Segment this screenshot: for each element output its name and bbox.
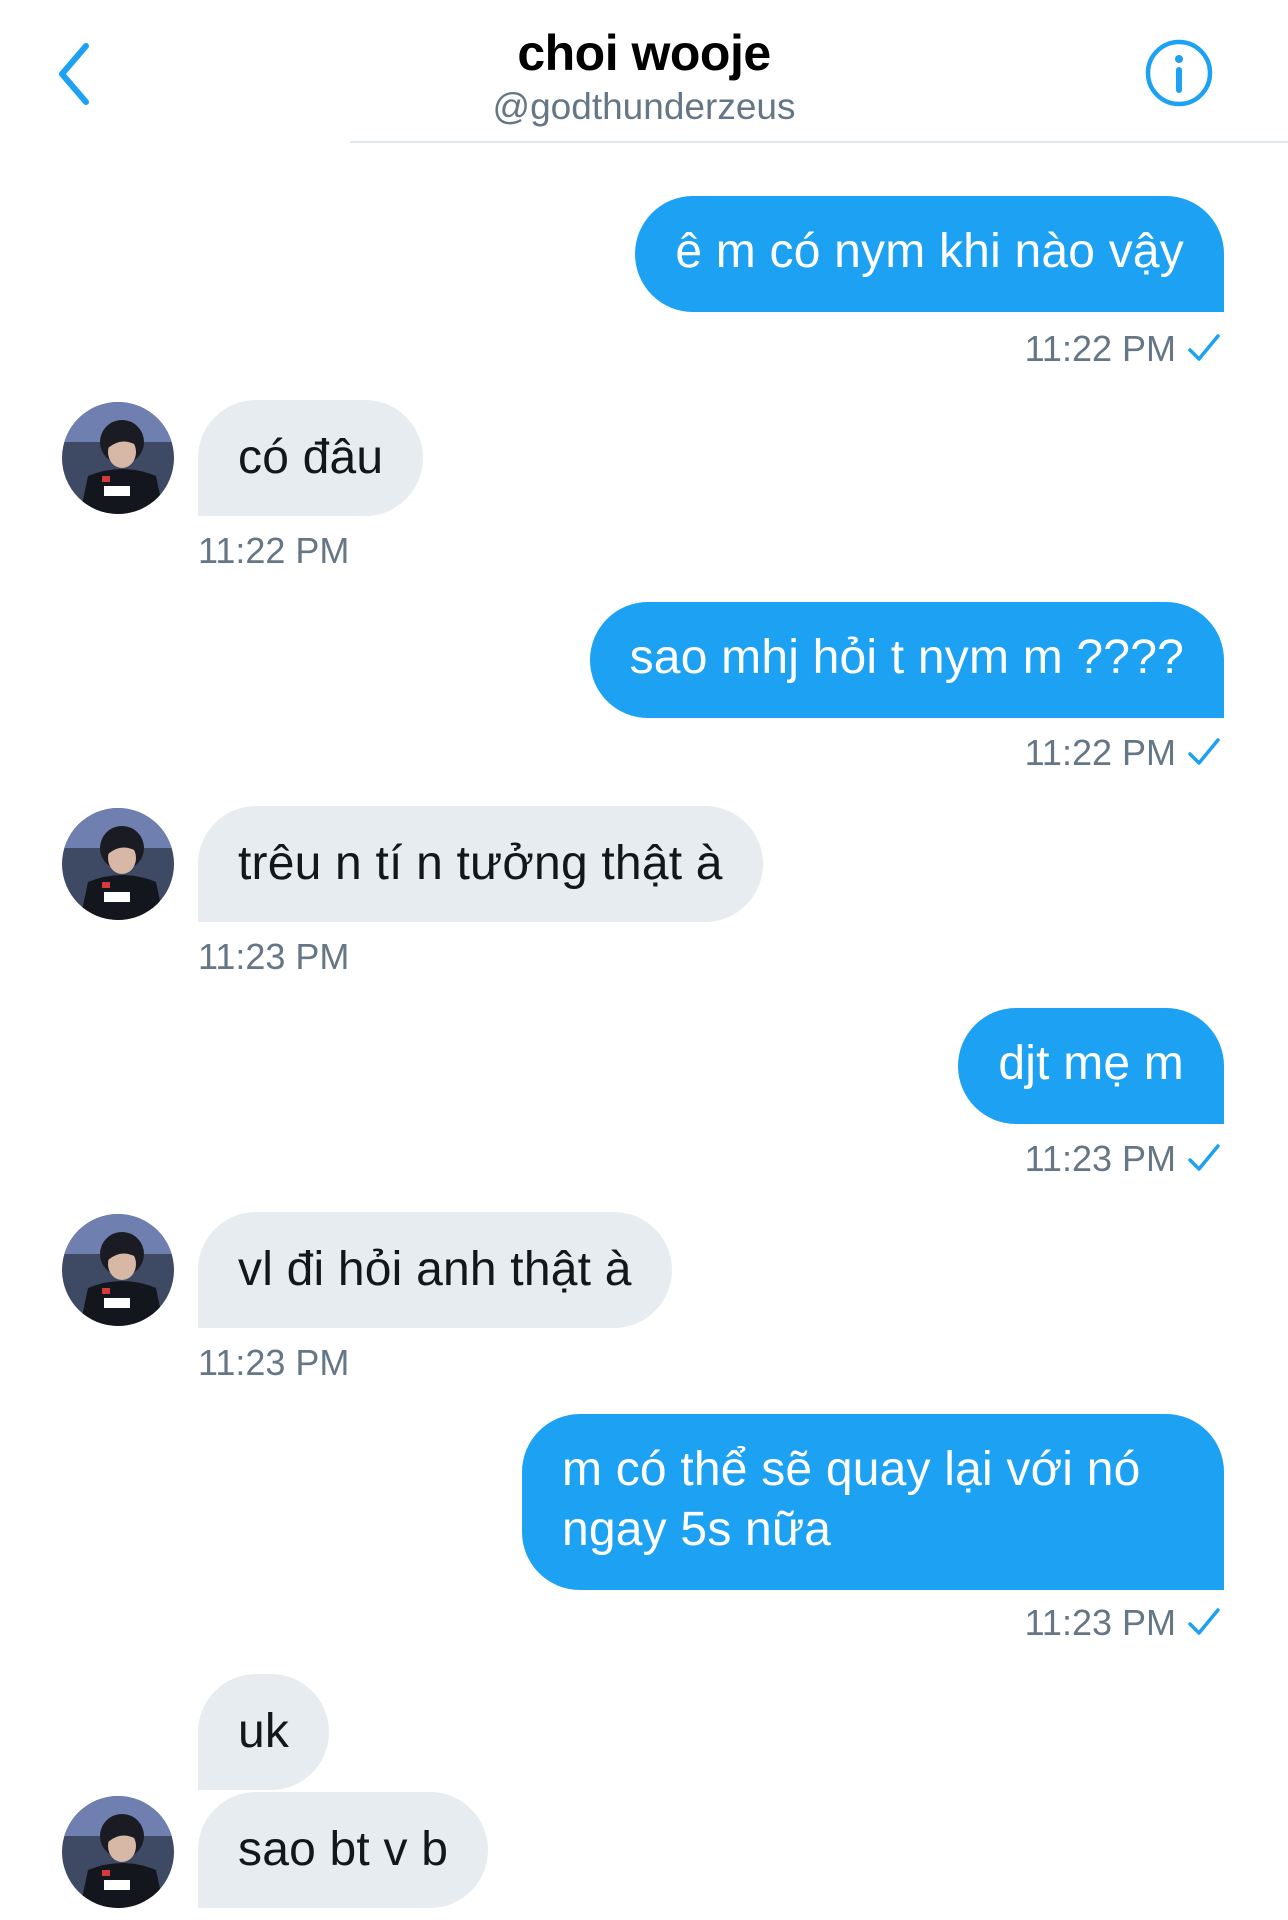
read-check-icon — [1188, 334, 1220, 361]
read-check-icon — [1188, 1144, 1220, 1171]
avatar[interactable] — [62, 402, 174, 514]
info-circle-icon — [1145, 39, 1213, 107]
message-timestamp: 11:23 PM — [1024, 1138, 1176, 1179]
read-check-icon — [1188, 1608, 1220, 1635]
message-timestamp: 11:22 PM — [1024, 328, 1176, 369]
conversation-header: choi wooje @godthunderzeus — [0, 0, 1288, 143]
read-check-icon — [1188, 738, 1220, 765]
message-timestamp: 11:23 PM — [198, 1342, 350, 1383]
contact-name[interactable]: choi wooje — [0, 24, 1288, 82]
incoming-message[interactable]: có đâu — [198, 400, 424, 516]
incoming-message[interactable]: uk — [198, 1674, 330, 1790]
outgoing-message[interactable]: djt mẹ m — [958, 1008, 1224, 1124]
incoming-message[interactable]: trêu n tí n tưởng thật à — [198, 806, 763, 922]
avatar[interactable] — [62, 808, 174, 920]
avatar[interactable] — [62, 1214, 174, 1326]
avatar[interactable] — [62, 1796, 174, 1908]
incoming-message[interactable]: sao bt v b — [198, 1792, 489, 1908]
message-timestamp: 11:22 PM — [198, 530, 350, 571]
conversation-info-button[interactable] — [1144, 38, 1214, 108]
message-timestamp: 11:23 PM — [198, 936, 350, 977]
header-divider — [350, 141, 1288, 143]
outgoing-message[interactable]: m có thể sẽ quay lại với nó ngay 5s nữa — [522, 1414, 1224, 1590]
incoming-message[interactable]: vl đi hỏi anh thật à — [198, 1212, 672, 1328]
message-timestamp: 11:23 PM — [1024, 1602, 1176, 1643]
outgoing-message[interactable]: ê m có nym khi nào vậy — [635, 196, 1224, 312]
outgoing-message[interactable]: sao mhj hỏi t nym m ???? — [589, 602, 1224, 718]
contact-handle[interactable]: @godthunderzeus — [0, 86, 1288, 128]
message-timestamp: 11:22 PM — [1024, 732, 1176, 773]
